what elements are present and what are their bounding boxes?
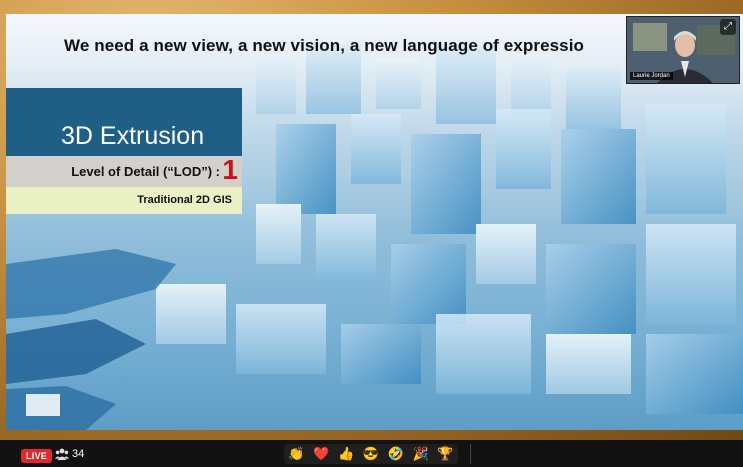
slide-title: We need a new view, a new vision, a new … <box>64 36 585 55</box>
lod-value: 1 <box>222 154 238 185</box>
lod-level-row: Level of Detail (“LOD”) : 1 <box>6 154 242 187</box>
expand-icon[interactable]: ⤢ <box>720 19 736 35</box>
lod-subtitle: Traditional 2D GIS <box>137 194 232 206</box>
thumbs-up-reaction-icon[interactable]: 👍 <box>338 444 354 464</box>
presenter-name: Laurie Jordan <box>630 72 673 80</box>
viewers-icon <box>55 448 69 461</box>
reactions-bar: 👏 ❤️ 👍 😎 🤣 🎉 🏆 <box>284 444 458 464</box>
lod-heading: 3D Extrusion <box>61 122 205 150</box>
party-reaction-icon[interactable]: 🎉 <box>413 444 429 464</box>
laugh-reaction-icon[interactable]: 🤣 <box>388 444 404 464</box>
cool-reaction-icon[interactable]: 😎 <box>363 444 379 464</box>
viewer-count: 34 <box>55 448 85 461</box>
lod-subtitle-row: Traditional 2D GIS <box>6 187 242 214</box>
divider <box>470 444 471 464</box>
lod-panel: 3D Extrusion Level of Detail (“LOD”) : 1… <box>6 88 242 214</box>
lod-label: Level of Detail (“LOD”) : <box>71 164 220 179</box>
lod-heading-box: 3D Extrusion <box>6 88 242 156</box>
presenter-webcam[interactable]: Laurie Jordan ⤢ <box>626 16 740 84</box>
clap-reaction-icon[interactable]: 👏 <box>288 444 304 464</box>
viewer-count-value: 34 <box>72 448 85 460</box>
stream-bottom-bar: LIVE 34 👏 ❤️ 👍 😎 🤣 🎉 🏆 <box>0 440 743 467</box>
trophy-reaction-icon[interactable]: 🏆 <box>437 444 453 464</box>
heart-reaction-icon[interactable]: ❤️ <box>313 444 329 464</box>
live-badge: LIVE <box>21 449 53 463</box>
